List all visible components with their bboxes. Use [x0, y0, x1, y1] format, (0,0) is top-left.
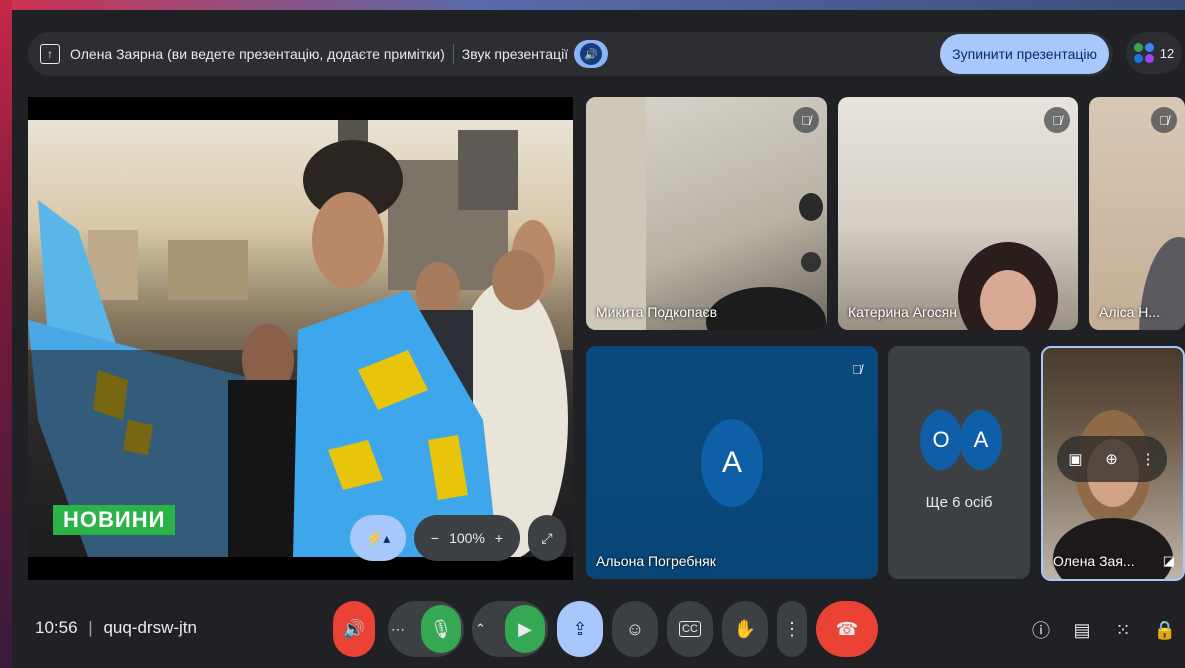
video-camera-icon: ▶ [518, 618, 532, 639]
pin-person-icon[interactable]: ⊕ [1105, 450, 1118, 468]
zoom-group: − 100% + [414, 515, 520, 561]
participant-name: Микита Подкопаєв [596, 304, 718, 320]
info-icon: ⓘ [1032, 621, 1050, 641]
stop-presenting-button[interactable]: Зупинити презентацію [940, 34, 1109, 74]
mic-off-icon: 🎙̸ [1151, 107, 1177, 133]
participant-tile[interactable]: А 🎙̸ Альона Погребняк [586, 346, 878, 579]
camera-options-icon[interactable]: ⌃ [475, 621, 505, 637]
participant-video [1139, 237, 1185, 330]
present-screen-icon: ⇪ [572, 618, 588, 639]
raise-hand-button[interactable]: ✋ [722, 601, 768, 657]
separator: | [88, 618, 93, 637]
avatar: О [920, 410, 962, 470]
zoom-in-icon[interactable]: + [495, 530, 503, 546]
participants-chip[interactable]: 12 [1126, 32, 1182, 74]
microphone-button[interactable]: 🎙 [421, 605, 461, 653]
microphone-icon: 🎙 [429, 618, 453, 639]
window-top-edge [0, 0, 1185, 10]
participant-tile[interactable]: 🎙̸ Микита Подкопаєв [586, 97, 827, 330]
camera-button[interactable]: ▶ [505, 605, 545, 653]
zoom-out-icon[interactable]: − [431, 530, 439, 546]
tile-hover-actions: ▣ ⊕ ⋮ [1057, 436, 1167, 482]
more-options-button[interactable]: ⋮ [777, 601, 807, 657]
present-now-button[interactable]: ⇪ [557, 601, 603, 657]
participant-name: Альона Погребняк [596, 553, 716, 569]
pointer-tool-button[interactable]: ⚡▴ [350, 515, 406, 561]
participant-name: Катерина Агосян [848, 304, 957, 320]
camera-group: ⌃ ▶ [472, 601, 548, 657]
emoji-icon: ☺ [625, 618, 645, 639]
lightning-icon: ⚡▴ [365, 529, 391, 546]
closed-captions-icon: CC [679, 621, 701, 637]
captions-button[interactable]: CC [667, 601, 713, 657]
fullscreen-button[interactable]: ⤢ [528, 515, 566, 561]
window-left-edge [0, 0, 12, 668]
participant-name: Аліса Н... [1099, 304, 1161, 320]
presentation-zoom-controls: ⚡▴ − 100% + ⤢ [350, 515, 566, 561]
participant-tile[interactable]: 🎙̸ Катерина Агосян [838, 97, 1078, 330]
avatar: А [701, 419, 763, 507]
audio-output-button[interactable]: 🔊 [333, 601, 375, 657]
crowd-scene-image [28, 120, 573, 557]
news-video-frame: НОВИНИ [28, 120, 573, 557]
presentation-audio-label: Звук презентації [461, 46, 569, 62]
host-controls-button[interactable]: 🔒 [1150, 615, 1180, 645]
zoom-level: 100% [449, 530, 485, 546]
speaker-icon: 🔊 [342, 618, 366, 639]
mic-off-icon: 🎙̸ [1044, 107, 1070, 133]
divider [452, 44, 454, 64]
room-ceiling-image [586, 97, 826, 330]
more-vert-icon[interactable]: ⋮ [1141, 450, 1156, 468]
more-vert-icon: ⋮ [783, 618, 801, 639]
presentation-audio-toggle[interactable]: 🔊 [574, 40, 609, 68]
avatar: А [960, 410, 1002, 470]
hand-icon: ✋ [733, 618, 757, 639]
meeting-details-button[interactable]: ⓘ [1026, 615, 1056, 645]
chat-button[interactable]: ▤ [1067, 615, 1097, 645]
participant-tile[interactable]: 🎙̸ Аліса Н... [1089, 97, 1185, 330]
participant-name: Олена Зая... [1053, 553, 1135, 569]
end-call-icon: ☎ [835, 618, 859, 639]
chat-icon: ▤ [1073, 619, 1091, 640]
apps-grid-icon: ⁙ [1115, 619, 1131, 640]
news-badge: НОВИНИ [53, 505, 176, 535]
expand-icon: ⤢ [541, 529, 553, 546]
participants-icon [1133, 43, 1154, 63]
presenting-bar: ↑ Олена Заярна (ви ведете презентацію, д… [28, 32, 1113, 76]
mic-off-icon: 🎙̸ [852, 361, 862, 377]
presenter-text: Олена Заярна (ви ведете презентацію, дод… [70, 46, 445, 62]
picture-in-picture-icon[interactable]: ◪ [1163, 553, 1175, 569]
mic-group: ⋯ 🎙 [388, 601, 464, 657]
speaker-icon: 🔊 [580, 43, 603, 65]
self-view-tile[interactable]: ▣ ⊕ ⋮ Олена Зая... ◪ [1041, 346, 1185, 581]
meeting-info: 10:56 | quq-drsw-jtn [35, 618, 197, 638]
leave-call-button[interactable]: ☎ [816, 601, 878, 657]
meeting-time: 10:56 [35, 618, 78, 637]
present-screen-icon: ↑ [40, 44, 60, 64]
mic-off-icon: 🎙̸ [793, 107, 819, 133]
reactions-button[interactable]: ☺ [612, 601, 658, 657]
lock-person-icon: 🔒 [1153, 619, 1177, 640]
shared-presentation: НОВИНИ ⚡▴ − 100% + ⤢ [28, 97, 573, 580]
participant-count: 12 [1159, 45, 1175, 61]
participant-video [958, 242, 1058, 330]
frame-icon[interactable]: ▣ [1068, 450, 1082, 468]
more-participants-tile[interactable]: О А Ще 6 осіб [888, 346, 1030, 579]
meeting-code: quq-drsw-jtn [103, 618, 197, 637]
mic-options-icon[interactable]: ⋯ [391, 621, 421, 638]
activities-button[interactable]: ⁙ [1108, 615, 1138, 645]
more-participants-label: Ще 6 осіб [925, 494, 993, 511]
